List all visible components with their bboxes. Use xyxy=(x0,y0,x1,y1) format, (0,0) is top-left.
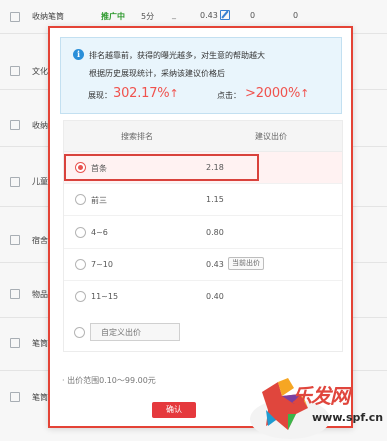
rank-label: 7~10 xyxy=(91,260,113,269)
rank-option-row[interactable]: 11~15 0.40 xyxy=(64,281,342,313)
info-panel: i 排名越靠前，获得的曝光越多，对生意的帮助越大 根据历史展现统计，采纳该建议价… xyxy=(60,37,342,114)
radio-option[interactable] xyxy=(75,227,86,238)
custom-bid-input[interactable] xyxy=(90,323,180,341)
watermark-url: www.spf.cn xyxy=(312,411,384,424)
current-bid-badge: 当前出价 xyxy=(228,257,264,270)
exposure-value-text: 302.17% xyxy=(113,86,170,101)
table-header: 搜索排名 建议出价 xyxy=(64,121,342,152)
suggested-price: 1.15 xyxy=(206,195,224,204)
arrow-up-icon: ↑ xyxy=(300,87,310,100)
click-label: 点击： xyxy=(217,91,241,100)
radio-option[interactable] xyxy=(75,259,86,270)
watermark-text: 乐发网 xyxy=(292,384,350,408)
rank-label: 4~6 xyxy=(91,228,108,237)
header-rank: 搜索排名 xyxy=(121,132,153,141)
custom-bid-row xyxy=(63,320,343,350)
arrow-up-icon: ↑ xyxy=(169,87,179,100)
header-price: 建议出价 xyxy=(255,132,287,141)
exposure-label: 展现： xyxy=(88,91,112,100)
suggested-price: 0.80 xyxy=(206,228,224,237)
radio-option[interactable] xyxy=(74,327,85,338)
suggested-price: 0.43 xyxy=(206,260,224,269)
radio-option[interactable] xyxy=(75,194,86,205)
bid-range-text: · 出价范围0.10～99.00元 xyxy=(62,376,156,385)
click-value-text: >2000% xyxy=(245,86,301,101)
suggested-price: 0.40 xyxy=(206,292,224,301)
highlight-annotation xyxy=(64,154,259,181)
confirm-button[interactable]: 确认 xyxy=(152,402,196,418)
info-text: 根据历史展现统计，采纳该建议价格后 xyxy=(89,69,225,78)
bid-suggestion-dialog: i 排名越靠前，获得的曝光越多，对生意的帮助越大 根据历史展现统计，采纳该建议价… xyxy=(48,26,353,428)
radio-option[interactable] xyxy=(75,291,86,302)
info-text: 排名越靠前，获得的曝光越多，对生意的帮助越大 xyxy=(89,51,265,60)
click-value: >2000%↑ xyxy=(245,86,309,101)
rank-option-row[interactable]: 前三 1.15 xyxy=(64,184,342,216)
rank-option-row[interactable]: 4~6 0.80 xyxy=(64,217,342,249)
rank-label: 11~15 xyxy=(91,292,119,301)
exposure-value: 302.17%↑ xyxy=(113,86,179,101)
rank-option-row[interactable]: 7~10 0.43 当前出价 xyxy=(64,249,342,281)
rank-label: 前三 xyxy=(91,196,107,205)
info-icon: i xyxy=(73,49,84,60)
